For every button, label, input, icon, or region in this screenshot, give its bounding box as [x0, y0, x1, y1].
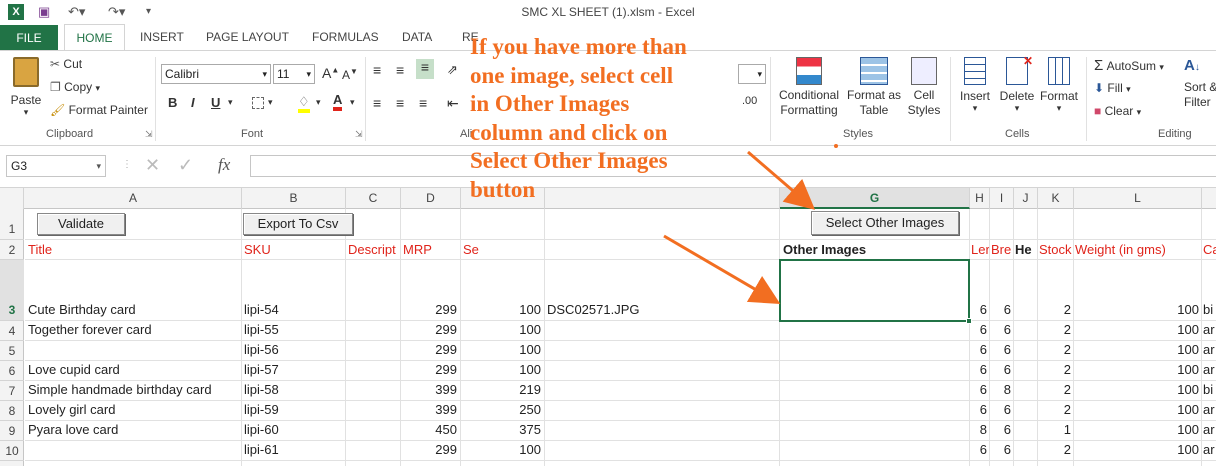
arrow-to-cell	[663, 234, 781, 305]
arrow-to-button	[747, 150, 816, 210]
annotation-dot	[834, 144, 838, 148]
annotation-arrows	[663, 144, 838, 305]
